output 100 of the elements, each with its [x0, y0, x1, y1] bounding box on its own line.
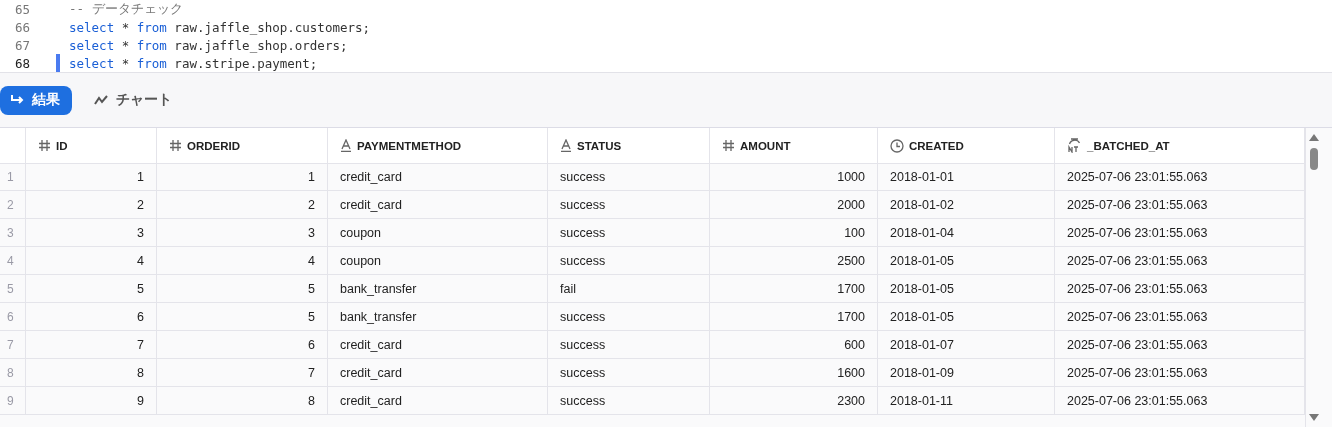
code-line: select * from raw.jaffle_shop.customers;: [69, 19, 371, 35]
table-cell: 2018-01-04: [878, 219, 1055, 247]
table-cell: 1700: [710, 275, 878, 303]
table-cell: 3: [26, 219, 157, 247]
column-title: CREATED: [909, 139, 964, 152]
column-header[interactable]: PAYMENTMETHOD: [328, 128, 548, 164]
table-cell: 1: [157, 163, 328, 191]
column-header[interactable]: AMOUNT: [710, 128, 878, 164]
code-line: -- データチェック: [69, 0, 183, 18]
line-number: 65: [13, 1, 31, 17]
table-cell: 5: [26, 275, 157, 303]
row-number: 8: [0, 359, 26, 387]
table-cell: 2018-01-11: [878, 387, 1055, 415]
table-cell: 2000: [710, 191, 878, 219]
table-cell: 2018-01-01: [878, 163, 1055, 191]
table-cell: 2025-07-06 23:01:55.063: [1055, 275, 1305, 303]
text-type-icon: [560, 139, 572, 152]
table-cell: success: [548, 163, 710, 191]
table-cell: 100: [710, 219, 878, 247]
table-cell: 8: [26, 359, 157, 387]
table-cell: success: [548, 191, 710, 219]
table-cell: 6: [157, 331, 328, 359]
row-number: 9: [0, 387, 26, 415]
table-cell: 2: [26, 191, 157, 219]
code-line: select * from raw.jaffle_shop.orders;: [69, 37, 348, 53]
table-cell: 6: [26, 303, 157, 331]
scroll-up-icon[interactable]: [1309, 134, 1319, 141]
table-cell: 2018-01-07: [878, 331, 1055, 359]
table-cell: 4: [26, 247, 157, 275]
row-number: 4: [0, 247, 26, 275]
column-header[interactable]: ID: [26, 128, 157, 164]
column-title: PAYMENTMETHOD: [357, 139, 462, 152]
column-header[interactable]: ORDERID: [157, 128, 328, 164]
table-cell: 4: [157, 247, 328, 275]
table-cell: success: [548, 219, 710, 247]
tab[interactable]: チャート: [84, 85, 184, 115]
scrollbar-thumb[interactable]: [1310, 148, 1318, 170]
table-cell: 2018-01-02: [878, 191, 1055, 219]
row-number: 2: [0, 191, 26, 219]
column-title: AMOUNT: [740, 139, 791, 152]
code-line: select * from raw.stripe.payment;: [69, 55, 318, 71]
table-cell: success: [548, 331, 710, 359]
table-cell: 1600: [710, 359, 878, 387]
hash-icon: [722, 139, 735, 152]
column-title: ORDERID: [187, 139, 241, 152]
table-cell: success: [548, 303, 710, 331]
table-cell: credit_card: [328, 387, 548, 415]
table-cell: 1000: [710, 163, 878, 191]
table-cell: 2025-07-06 23:01:55.063: [1055, 247, 1305, 275]
table-cell: 2300: [710, 387, 878, 415]
table-cell: 2025-07-06 23:01:55.063: [1055, 387, 1305, 415]
table-cell: 2018-01-05: [878, 275, 1055, 303]
clock-icon: [890, 138, 904, 153]
table-cell: 2018-01-05: [878, 247, 1055, 275]
column-title: ID: [56, 139, 68, 152]
table-cell: 5: [157, 275, 328, 303]
table-cell: 2: [157, 191, 328, 219]
table-cell: 2018-01-09: [878, 359, 1055, 387]
table-cell: credit_card: [328, 331, 548, 359]
table-cell: 2025-07-06 23:01:55.063: [1055, 163, 1305, 191]
line-chart-icon: [94, 94, 108, 106]
table-cell: 2025-07-06 23:01:55.063: [1055, 359, 1305, 387]
table-cell: 7: [157, 359, 328, 387]
line-number: 66: [13, 19, 31, 35]
row-number: 6: [0, 303, 26, 331]
column-header[interactable]: CREATED: [878, 128, 1055, 164]
timestamp-type-icon: [1067, 138, 1082, 153]
table-cell: 1700: [710, 303, 878, 331]
table-cell: success: [548, 387, 710, 415]
hash-icon: [38, 139, 51, 152]
table-cell: coupon: [328, 247, 548, 275]
table-cell: 7: [26, 331, 157, 359]
table-cell: credit_card: [328, 163, 548, 191]
table-cell: 1: [26, 163, 157, 191]
table-cell: 3: [157, 219, 328, 247]
table-cell: 9: [26, 387, 157, 415]
scroll-down-icon[interactable]: [1309, 414, 1319, 421]
table-cell: 2025-07-06 23:01:55.063: [1055, 331, 1305, 359]
table-cell: fail: [548, 275, 710, 303]
row-number: 3: [0, 219, 26, 247]
table-cell: bank_transfer: [328, 275, 548, 303]
row-number: 5: [0, 275, 26, 303]
table-cell: 600: [710, 331, 878, 359]
return-arrow-icon: [10, 94, 24, 106]
row-number: 7: [0, 331, 26, 359]
table-cell: 8: [157, 387, 328, 415]
hash-icon: [169, 139, 182, 152]
table-cell: success: [548, 247, 710, 275]
table-cell: 2018-01-05: [878, 303, 1055, 331]
table-cell: credit_card: [328, 191, 548, 219]
column-header[interactable]: STATUS: [548, 128, 710, 164]
column-header[interactable]: _BATCHED_AT: [1055, 128, 1305, 164]
text-type-icon: [340, 139, 352, 152]
column-title: STATUS: [577, 139, 622, 152]
tab[interactable]: 結果: [0, 85, 72, 115]
table-cell: 2025-07-06 23:01:55.063: [1055, 303, 1305, 331]
row-number: 1: [0, 163, 26, 191]
line-number: 68: [13, 55, 31, 71]
code-editor[interactable]: 65 -- データチェック 66 select * from raw.jaffle_shop.customers; 67 select * from raw.jaffle_shop.orders; 68 select * from raw.stripe.payment;: [0, 0, 1332, 73]
table-cell: success: [548, 359, 710, 387]
